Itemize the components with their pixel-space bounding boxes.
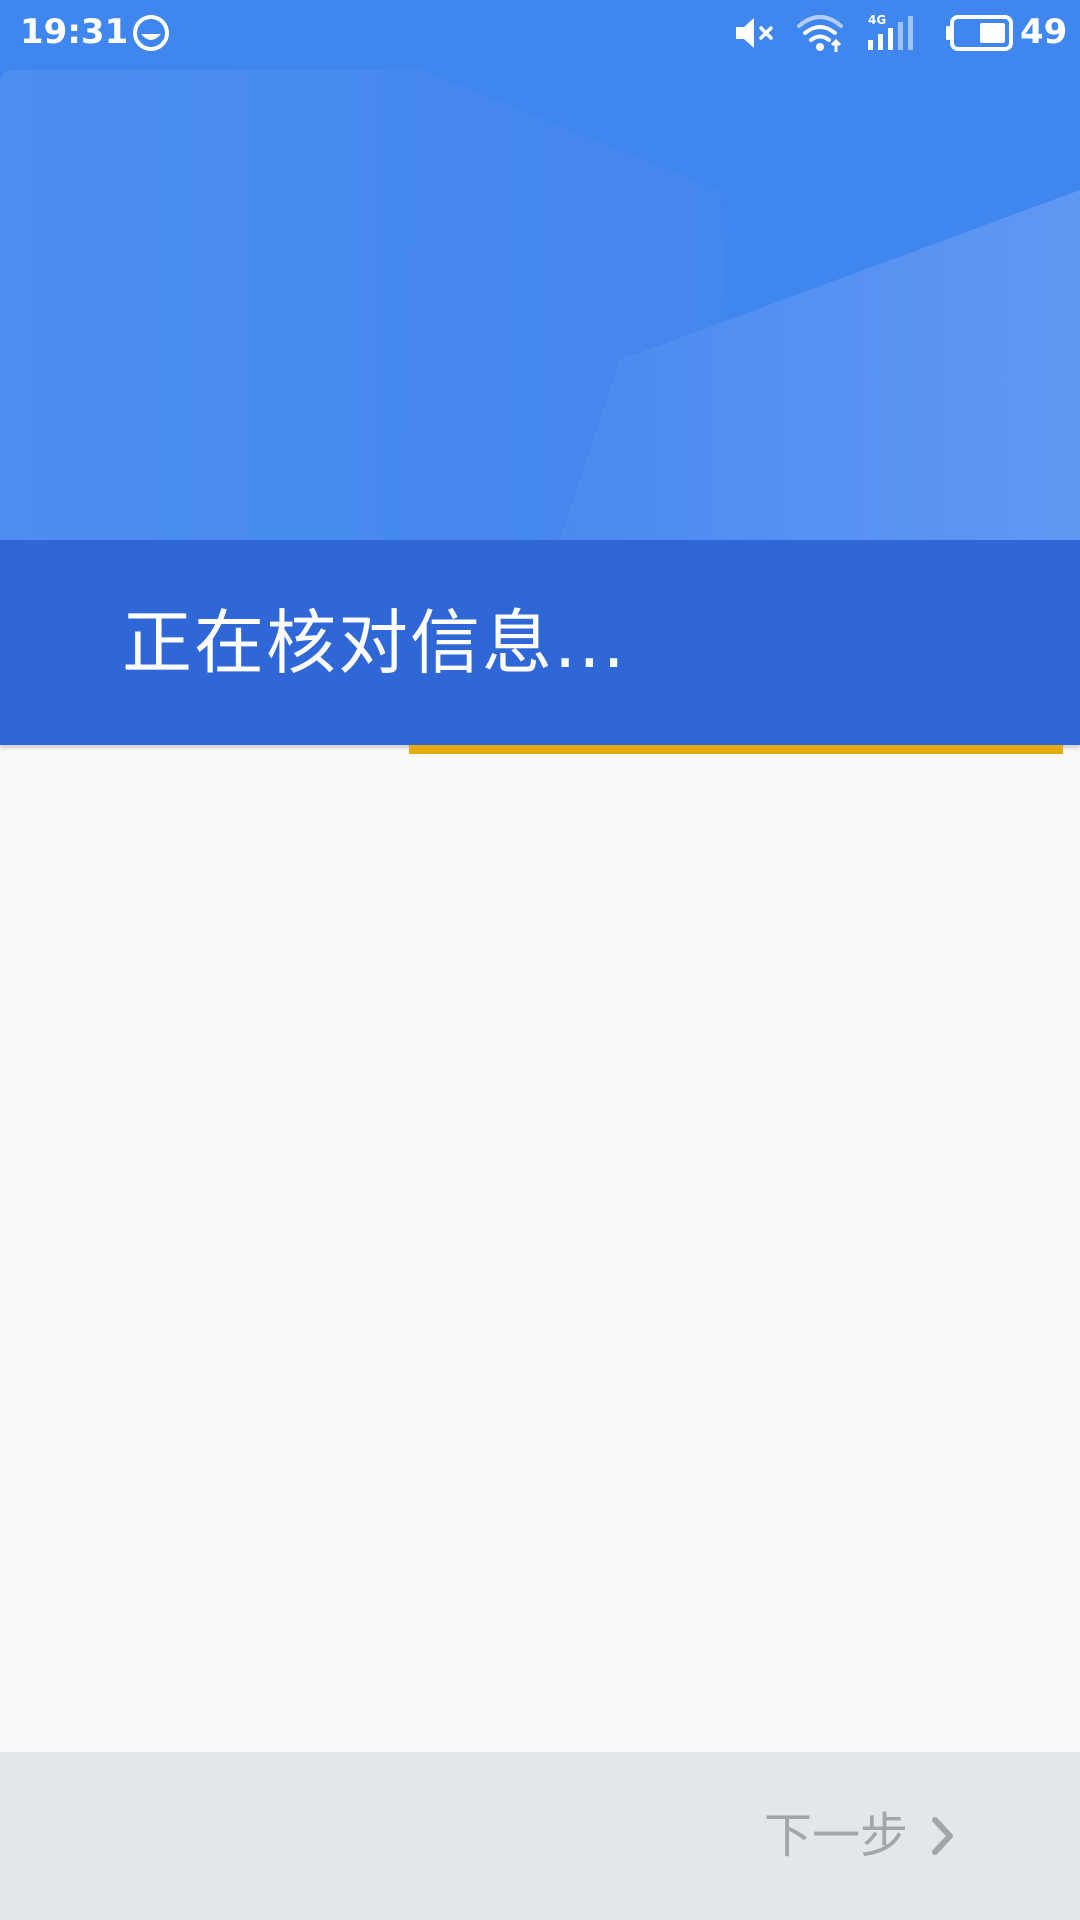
battery-level: 49: [1020, 12, 1068, 52]
status-time: 19:31: [20, 12, 129, 52]
next-button[interactable]: 下一步: [740, 1792, 980, 1882]
next-button-label: 下一步: [764, 1808, 909, 1864]
page-title: 正在核对信息...: [122, 602, 627, 684]
header-background: [0, 0, 1080, 540]
setup-screen: 19:31 4G 49 正在核对信息... 下一步: [0, 0, 1080, 1920]
progress-fill: [409, 745, 1063, 754]
content-area: [0, 754, 1080, 1752]
title-band: 正在核对信息...: [0, 540, 1080, 745]
assistant-icon: [132, 14, 170, 56]
wifi-icon: [796, 14, 846, 58]
bottom-bar: 下一步: [0, 1752, 1080, 1920]
chevron-right-icon: [928, 1814, 958, 1862]
signal-icon: 4G: [866, 12, 922, 56]
status-bar: 19:31 4G 49: [0, 0, 1080, 66]
progress-bar: [0, 745, 1080, 754]
network-type-label: 4G: [868, 13, 886, 27]
battery-icon: [944, 14, 1014, 56]
mute-icon: [734, 16, 778, 54]
header-decoration: [0, 0, 1080, 540]
